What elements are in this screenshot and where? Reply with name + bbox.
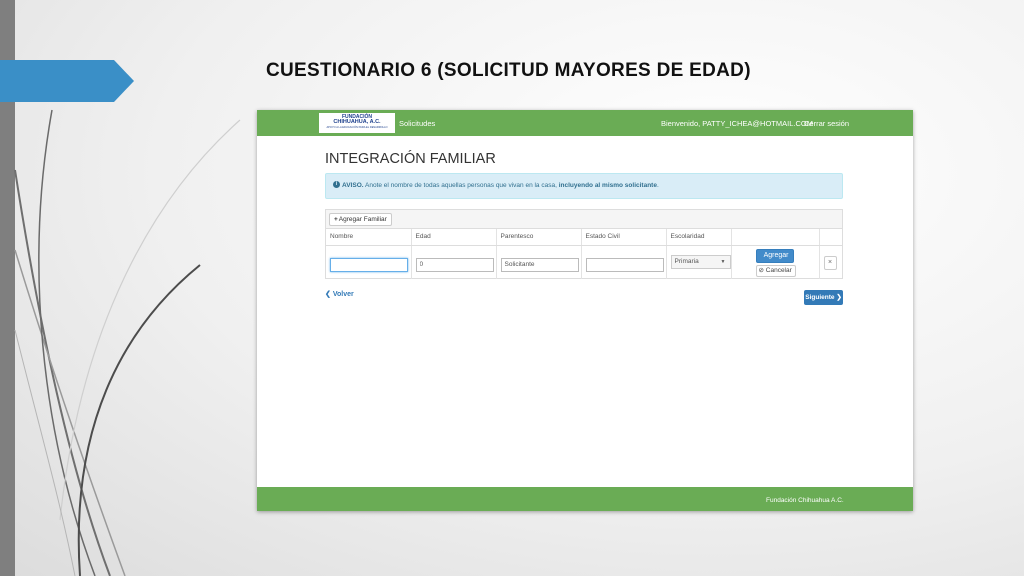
- header-parentesco: Parentesco: [496, 229, 582, 246]
- table-header-row: Nombre Edad Parentesco Estado Civil Esco…: [326, 229, 842, 246]
- nav-link-solicitudes[interactable]: Solicitudes: [399, 119, 435, 128]
- escolaridad-select[interactable]: Primaria ▼: [670, 255, 731, 270]
- edad-input[interactable]: [415, 257, 494, 272]
- next-button[interactable]: Siguiente ❯: [804, 290, 843, 305]
- remove-row-button[interactable]: ×: [823, 255, 837, 270]
- slide-title: CUESTIONARIO 6 (SOLICITUD MAYORES DE EDA…: [266, 60, 751, 81]
- add-family-member-button[interactable]: +Agregar Familiar: [329, 213, 392, 226]
- family-table: Nombre Edad Parentesco Estado Civil Esco…: [326, 229, 842, 279]
- estado-civil-input[interactable]: [585, 257, 664, 272]
- app-window: FUNDACIÓN CHIHUAHUA, A.C. APOYO A LA EDU…: [257, 110, 913, 511]
- header-nombre: Nombre: [326, 229, 412, 246]
- footer-bar: Fundación Chihuahua A.C.: [257, 487, 913, 511]
- table-row: Primaria ▼ Agregar ⊘ Cancelar ×: [326, 245, 842, 279]
- header-escolaridad: Escolaridad: [666, 229, 732, 246]
- nombre-input[interactable]: [330, 257, 408, 272]
- family-panel: +Agregar Familiar Nombre Edad Parentesco…: [325, 209, 843, 279]
- panel-header: +Agregar Familiar: [326, 210, 842, 229]
- agregar-button[interactable]: Agregar: [755, 248, 794, 263]
- slide-arrow-tab: [0, 60, 134, 102]
- parentesco-input[interactable]: [500, 257, 579, 272]
- top-navbar: FUNDACIÓN CHIHUAHUA, A.C. APOYO A LA EDU…: [257, 110, 913, 136]
- footer-text: Fundación Chihuahua A.C.: [766, 497, 844, 504]
- brand-logo[interactable]: FUNDACIÓN CHIHUAHUA, A.C. APOYO A LA EDU…: [319, 113, 395, 133]
- back-link[interactable]: ❮ Volver: [325, 290, 354, 298]
- logout-link[interactable]: Cerrar sesión: [804, 119, 849, 128]
- notice-alert: i AVISO. Anote el nombre de todas aquella…: [325, 173, 843, 199]
- plus-icon: +: [334, 216, 338, 223]
- page-title: INTEGRACIÓN FAMILIAR: [325, 151, 496, 167]
- header-actions: [731, 229, 820, 246]
- header-remove: [819, 229, 842, 246]
- header-edad: Edad: [411, 229, 497, 246]
- cancel-icon: ⊘: [758, 266, 764, 274]
- chevron-left-icon: ❮: [325, 291, 331, 298]
- info-icon: i: [333, 181, 340, 189]
- cancelar-button[interactable]: ⊘ Cancelar: [755, 264, 796, 277]
- welcome-text: Bienvenido, PATTY_ICHEA@HOTMAIL.COM: [661, 119, 813, 128]
- chevron-right-icon: ❯: [836, 294, 842, 301]
- dropdown-caret-icon: ▼: [720, 259, 726, 266]
- header-estado-civil: Estado Civil: [581, 229, 667, 246]
